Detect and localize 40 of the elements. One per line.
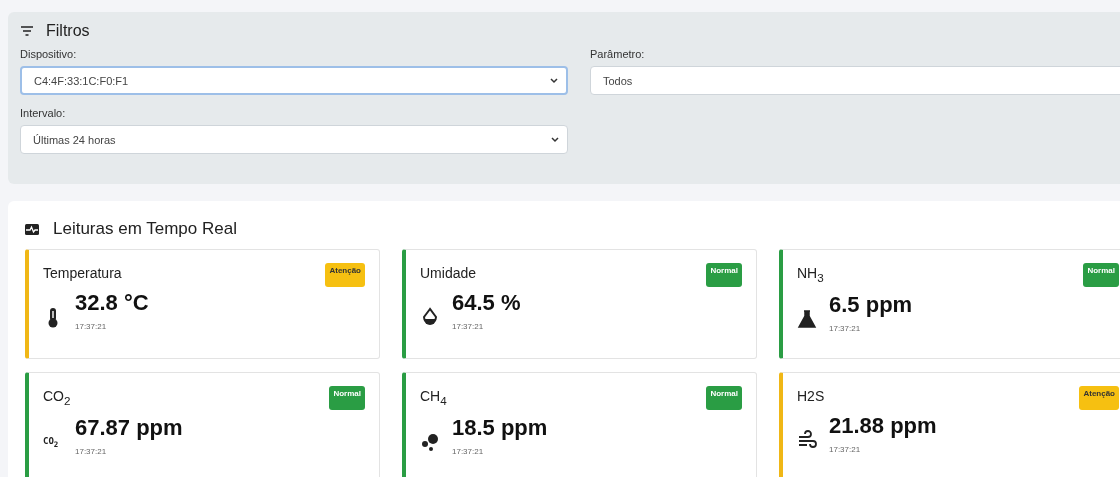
reading-value: 18.5 ppm [452, 414, 548, 441]
status-badge: Atenção [1079, 386, 1119, 410]
chevron-down-icon [550, 77, 558, 84]
select-field[interactable]: Últimas 24 horas [20, 125, 568, 154]
reading-time: 17:37:21 [75, 322, 107, 331]
reading-name: Temperatura [43, 265, 122, 281]
reading-value: 21.88 ppm [829, 413, 937, 439]
status-badge: Normal [1083, 263, 1119, 287]
panel-title: Filtros [46, 22, 90, 40]
select-field[interactable]: C4:4F:33:1C:F0:F1 [20, 66, 568, 95]
flask-icon [797, 307, 817, 330]
select-field[interactable]: Todos [590, 66, 1120, 95]
field-label: Parâmetro: [590, 48, 645, 60]
reading-time: 17:37:21 [829, 445, 861, 454]
panel-title: Leituras em Tempo Real [53, 219, 237, 239]
chevron-down-icon [551, 136, 559, 143]
reading-value: 32.8 °C [75, 290, 149, 316]
reading-value: 67.87 ppm [75, 414, 183, 441]
drop-icon [420, 305, 440, 328]
wind-icon [797, 428, 817, 451]
reading-name: CH$_{4}$ [420, 388, 447, 407]
field-label: Dispositivo: [20, 48, 77, 60]
reading-time: 17:37:21 [75, 446, 107, 456]
co2-icon: CO$_{2}$ [43, 435, 63, 449]
status-badge: Normal [706, 263, 742, 287]
filter-icon [20, 25, 34, 37]
reading-time: 17:37:21 [829, 323, 861, 333]
status-badge: Atenção [325, 263, 365, 287]
reading-value: 6.5 ppm [829, 291, 913, 318]
field-label: Intervalo: [20, 107, 66, 119]
pulse-icon [25, 223, 39, 235]
reading-time: 17:37:21 [452, 446, 484, 456]
reading-name: NH$_{3}$ [797, 265, 824, 284]
reading-time: 17:37:21 [452, 322, 484, 331]
reading-name: CO$_{2}$ [43, 388, 71, 407]
status-badge: Normal [706, 386, 742, 410]
reading-name: Umidade [420, 265, 477, 281]
reading-value: 64.5 % [452, 290, 521, 316]
status-badge: Normal [329, 386, 365, 410]
reading-name: H2S [797, 388, 825, 404]
